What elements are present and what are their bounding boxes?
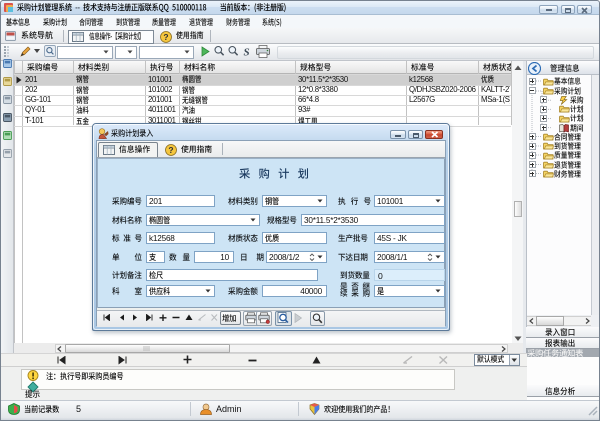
- svg-text:S: S: [243, 47, 249, 58]
- svg-text:?: ?: [163, 31, 168, 41]
- svg-text:?: ?: [168, 144, 173, 154]
